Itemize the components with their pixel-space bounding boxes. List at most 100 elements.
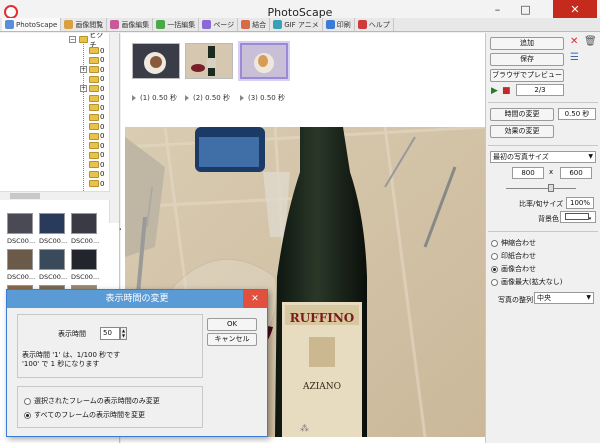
tab-editor[interactable]: 画像編集 bbox=[107, 18, 154, 31]
photo-thumbnail[interactable] bbox=[71, 213, 97, 234]
settings-list-icon[interactable]: ☰ bbox=[570, 53, 579, 63]
tree-expand-icon[interactable]: − bbox=[69, 36, 76, 43]
gif-tab-icon bbox=[273, 20, 283, 29]
tab-viewer[interactable]: 画像閲覧 bbox=[61, 18, 108, 31]
height-field[interactable]: 600 bbox=[560, 167, 592, 179]
fit-option-radio[interactable]: 画像最大(拡大なし) bbox=[491, 277, 562, 287]
radio-icon[interactable] bbox=[24, 397, 31, 405]
folder-icon bbox=[89, 113, 99, 121]
radio-icon[interactable] bbox=[491, 252, 498, 260]
chevron-down-icon: ▼ bbox=[586, 294, 591, 301]
folder-icon bbox=[79, 36, 89, 43]
tab-combine[interactable]: 結合 bbox=[238, 18, 271, 31]
align-select[interactable]: 中央 ▼ bbox=[534, 292, 594, 304]
tree-node[interactable]: 0 bbox=[89, 46, 104, 55]
delete-icon[interactable]: ✕ bbox=[570, 37, 578, 47]
cancel-button[interactable]: キャンセル bbox=[207, 333, 257, 346]
tree-node[interactable]: 0 bbox=[89, 103, 104, 112]
stop-icon[interactable]: ■ bbox=[502, 86, 511, 96]
tree-node[interactable]: 0 bbox=[89, 84, 104, 93]
tree-node[interactable]: 0 bbox=[89, 122, 104, 131]
dialog-close-button[interactable]: ✕ bbox=[243, 290, 267, 308]
tree-node[interactable]: 0 bbox=[89, 160, 104, 169]
radio-icon[interactable] bbox=[24, 411, 31, 419]
ok-button[interactable]: OK bbox=[207, 318, 257, 331]
tab-help[interactable]: ヘルプ bbox=[355, 18, 394, 31]
scope-option-radio[interactable]: すべてのフレームの表示時間を変更 bbox=[24, 410, 145, 420]
photo-thumbnail[interactable] bbox=[71, 249, 97, 270]
thumbnail-caption: DSC00... bbox=[39, 273, 68, 281]
time-spinner-input[interactable]: 50 bbox=[100, 327, 120, 340]
frame-thumb-3[interactable] bbox=[240, 43, 288, 79]
scope-group: 選択されたフレームの表示時間のみ変更 すべてのフレームの表示時間を変更 bbox=[17, 386, 203, 428]
radio-icon[interactable] bbox=[491, 265, 498, 273]
thumbnail-caption: DSC00... bbox=[7, 237, 36, 245]
radio-icon[interactable] bbox=[491, 239, 498, 247]
tab-photoscape[interactable]: PhotoScape bbox=[2, 18, 62, 31]
scope-option-radio[interactable]: 選択されたフレームの表示時間のみ変更 bbox=[24, 396, 160, 406]
tab-page[interactable]: ページ bbox=[199, 18, 239, 31]
play-icon[interactable] bbox=[132, 95, 136, 101]
frame-thumb-2[interactable] bbox=[185, 43, 233, 79]
tab-gif-animation[interactable]: GIF アニメ bbox=[270, 18, 323, 31]
maximize-button[interactable]: □ bbox=[512, 0, 539, 20]
resize-grip-icon[interactable]: ⁂ bbox=[300, 424, 310, 434]
photo-thumbnail[interactable] bbox=[7, 213, 33, 234]
thumbnail-caption: DSC00... bbox=[7, 273, 36, 281]
size-slider-thumb[interactable] bbox=[548, 184, 554, 192]
help-tab-icon bbox=[357, 20, 367, 29]
tree-node[interactable]: 0 bbox=[89, 56, 104, 65]
tree-node[interactable]: 0 bbox=[89, 65, 104, 74]
frame-thumb-1[interactable] bbox=[132, 43, 180, 79]
size-slider-track[interactable] bbox=[506, 188, 576, 189]
folder-icon bbox=[89, 161, 99, 168]
width-field[interactable]: 800 bbox=[512, 167, 544, 179]
tree-node[interactable]: 0 bbox=[89, 132, 104, 141]
fit-option-radio[interactable]: 印紙合わせ bbox=[491, 251, 536, 261]
window-close-button[interactable]: ✕ bbox=[553, 0, 597, 20]
folder-icon bbox=[89, 132, 99, 140]
play-icon[interactable] bbox=[185, 95, 189, 101]
photo-thumbnail[interactable] bbox=[39, 213, 65, 234]
tree-node[interactable]: 0 bbox=[89, 151, 104, 160]
ratio-field[interactable]: 100% bbox=[566, 197, 594, 209]
tree-vertical-scrollbar[interactable] bbox=[109, 33, 119, 223]
photo-thumbnail[interactable] bbox=[39, 249, 65, 270]
tree-node[interactable]: 0 bbox=[89, 141, 104, 150]
play-icon[interactable] bbox=[240, 95, 244, 101]
change-effect-button[interactable]: 効果の変更 bbox=[490, 125, 554, 138]
play-icon[interactable]: ▶ bbox=[491, 86, 498, 96]
tree-root[interactable]: ピクチ bbox=[79, 33, 109, 49]
tree-node[interactable]: 0 bbox=[89, 170, 104, 179]
folder-tree[interactable]: − ピクチ 0 0 0 +0 0 +0 0 0 0 0 0 0 0 0 0 bbox=[3, 33, 109, 191]
minimize-button[interactable]: – bbox=[484, 0, 511, 20]
tree-node[interactable]: 0 bbox=[89, 75, 104, 84]
tree-expand-icon[interactable]: + bbox=[80, 66, 87, 73]
fit-option-radio[interactable]: 画像合わせ bbox=[491, 264, 536, 274]
svg-text:RUFFINO: RUFFINO bbox=[290, 311, 355, 325]
size-separator: x bbox=[549, 168, 554, 176]
tree-horizontal-scrollbar[interactable] bbox=[0, 191, 110, 200]
thumbnail-caption: DSC00... bbox=[71, 237, 100, 245]
save-button[interactable]: 保存 bbox=[490, 53, 564, 66]
tree-node[interactable]: 0 bbox=[89, 179, 104, 188]
add-button[interactable]: 追加 bbox=[490, 37, 564, 50]
photo-size-select[interactable]: 最初の写真サイズ ▼ bbox=[490, 151, 596, 163]
tab-print[interactable]: 印刷 bbox=[323, 18, 355, 31]
scroll-thumb[interactable] bbox=[10, 193, 40, 199]
spinner-arrows-icon[interactable]: ▲ ▼ bbox=[120, 327, 127, 340]
fit-option-radio[interactable]: 伸縮合わせ bbox=[491, 238, 536, 248]
tree-expand-icon[interactable]: + bbox=[80, 85, 87, 92]
folder-icon bbox=[89, 66, 99, 73]
tree-node[interactable]: 0 bbox=[89, 113, 104, 122]
photo-thumbnail[interactable] bbox=[7, 249, 33, 270]
radio-icon[interactable] bbox=[491, 278, 498, 286]
tree-line bbox=[83, 41, 84, 191]
ratio-label: 比率/旬サイズ bbox=[519, 200, 564, 208]
browser-preview-button[interactable]: ブラウザでプレビュー bbox=[490, 69, 564, 82]
bgcolor-picker[interactable]: ▾ bbox=[560, 211, 596, 223]
trash-icon[interactable]: 🗑 bbox=[584, 37, 597, 47]
change-time-button[interactable]: 時間の変更 bbox=[490, 108, 554, 121]
tab-batch[interactable]: 一括編集 bbox=[153, 18, 200, 31]
tree-node[interactable]: 0 bbox=[89, 94, 104, 103]
